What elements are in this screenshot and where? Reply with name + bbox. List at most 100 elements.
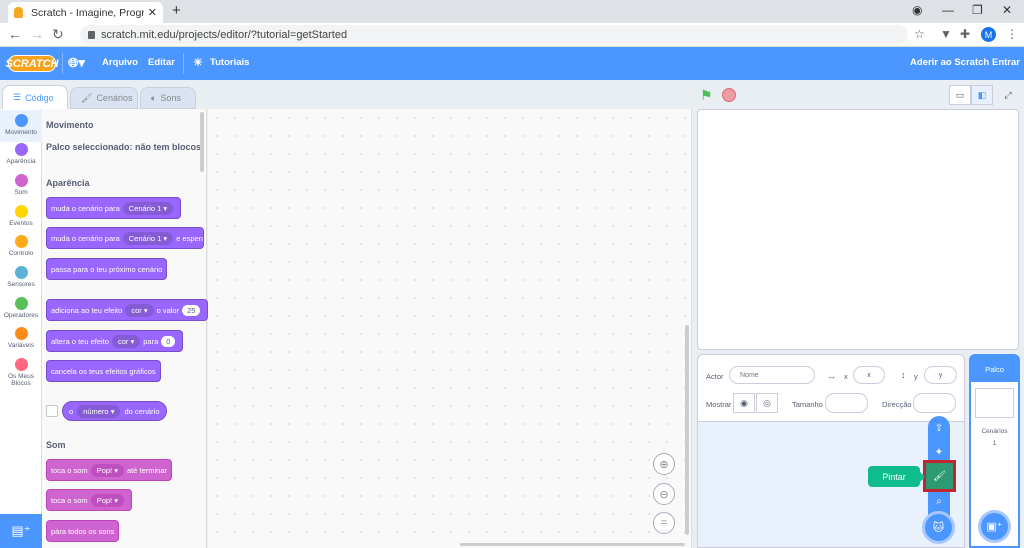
next-backdrop-block[interactable]: passa para o teu próximo cenário bbox=[46, 258, 168, 280]
effect-value-input[interactable]: 0 bbox=[161, 335, 176, 347]
url-text: scratch.mit.edu/projects/editor/?tutoria… bbox=[101, 28, 348, 41]
x-input[interactable]: x bbox=[853, 366, 885, 384]
category-sound[interactable]: Som bbox=[0, 174, 42, 196]
sound-dropdown[interactable]: Pop! ▾ bbox=[90, 463, 124, 477]
fullscreen-button[interactable]: ⤢ bbox=[997, 85, 1019, 105]
zoom-reset-button[interactable]: = bbox=[653, 512, 675, 534]
size-input[interactable] bbox=[825, 393, 868, 413]
stop-all-sounds-block[interactable]: pára todos os sons bbox=[46, 520, 120, 542]
paint-tooltip: Pintar bbox=[868, 466, 925, 487]
url-field[interactable]: scratch.mit.edu/projects/editor/?tutoria… bbox=[80, 25, 908, 44]
sign-in-link[interactable]: Entrar bbox=[992, 57, 1020, 68]
maximize-icon[interactable]: ❐ bbox=[972, 3, 983, 17]
palette-scrollbar[interactable] bbox=[200, 112, 204, 172]
block-text: toca o som bbox=[51, 495, 88, 505]
workspace-vertical-scrollbar[interactable] bbox=[685, 325, 689, 535]
backdrop-number-reporter[interactable]: o número ▾ do cenário bbox=[62, 401, 167, 421]
sprite-name-input[interactable] bbox=[729, 366, 815, 384]
looks-section-title: Aparência bbox=[46, 178, 90, 188]
address-bar: ← → ↻ scratch.mit.edu/projects/editor/?t… bbox=[0, 23, 1024, 47]
zoom-out-button[interactable]: ⊖ bbox=[653, 483, 675, 505]
surprise-sprite-button[interactable]: ✦ bbox=[928, 442, 950, 462]
large-stage-icon: ◧ bbox=[977, 89, 987, 100]
close-tab-icon[interactable]: ✕ bbox=[148, 6, 157, 19]
browser-tab[interactable]: Scratch - Imagine, Program, Share ✕ bbox=[8, 2, 163, 23]
show-hidden-button[interactable]: ◎ bbox=[756, 393, 778, 413]
play-sound-until-done-block[interactable]: toca o som Pop! ▾ até terminar bbox=[46, 459, 173, 481]
fullscreen-icon: ⤢ bbox=[1004, 89, 1012, 100]
extension-filter-icon[interactable]: ▼ bbox=[940, 27, 952, 41]
choose-backdrop-button[interactable]: ▣⁺ bbox=[978, 510, 1011, 543]
back-icon[interactable]: ← bbox=[8, 26, 22, 42]
category-variables[interactable]: Variáveis bbox=[0, 327, 42, 349]
language-globe-icon[interactable]: 🌐︎▾ bbox=[68, 55, 85, 71]
close-window-icon[interactable]: ✕ bbox=[1002, 3, 1012, 17]
workspace-horizontal-scrollbar[interactable] bbox=[460, 543, 685, 546]
small-stage-button[interactable]: ▭ bbox=[949, 85, 971, 105]
show-visible-button[interactable]: ◉ bbox=[733, 393, 755, 413]
clear-effects-block[interactable]: cancela os teus efeitos gráficos bbox=[46, 360, 161, 382]
category-my-blocks-label: Os Meus Blocos bbox=[7, 373, 34, 387]
stop-button[interactable] bbox=[722, 88, 736, 102]
direction-input[interactable] bbox=[913, 393, 956, 413]
category-looks[interactable]: Aparência bbox=[0, 143, 42, 165]
new-tab-button[interactable]: + bbox=[172, 2, 181, 19]
browser-tabstrip: Scratch - Imagine, Program, Share ✕ + ◉ … bbox=[0, 0, 1024, 23]
block-text: adiciona ao teu efeito bbox=[51, 305, 123, 315]
add-extension-button[interactable]: ▤⁺ bbox=[0, 514, 42, 548]
cat-sprite-icon: 🐱︎ bbox=[932, 522, 945, 534]
sound-section-title: Som bbox=[46, 440, 66, 450]
category-operators[interactable]: Operadores bbox=[0, 297, 42, 319]
upload-sprite-button[interactable]: ⇪ bbox=[928, 418, 950, 438]
green-flag-icon[interactable]: ⚑ bbox=[700, 87, 713, 104]
backdrop-dropdown[interactable]: Cenário 1 ▾ bbox=[122, 231, 174, 245]
minimize-icon[interactable]: — bbox=[942, 3, 954, 17]
edit-menu[interactable]: Editar bbox=[148, 57, 175, 68]
effect-value-input[interactable]: 25 bbox=[182, 304, 201, 316]
category-sensing-label: Sensores bbox=[7, 281, 35, 288]
effect-dropdown[interactable]: cor ▾ bbox=[111, 334, 141, 348]
tutorials-menu[interactable]: Tutoriais bbox=[210, 57, 249, 68]
category-motion[interactable]: Movimento bbox=[0, 110, 42, 142]
zoom-in-button[interactable]: ⊕ bbox=[653, 453, 675, 475]
paint-sprite-button[interactable]: 🖌︎ bbox=[923, 460, 956, 492]
scratch-logo[interactable]: SCRATCH bbox=[6, 55, 58, 72]
number-name-dropdown[interactable]: número ▾ bbox=[77, 404, 121, 418]
backdrop-dropdown[interactable]: Cenário 1 ▾ bbox=[122, 201, 174, 215]
category-control[interactable]: Controlo bbox=[0, 235, 42, 257]
bookmark-star-icon[interactable]: ☆ bbox=[914, 27, 925, 41]
reload-icon[interactable]: ↻ bbox=[52, 26, 64, 43]
change-effect-block[interactable]: adiciona ao teu efeito cor ▾ o valor 25 bbox=[46, 299, 209, 321]
stage-canvas[interactable] bbox=[697, 109, 1019, 350]
tutorials-lightbulb-icon: ☀ bbox=[193, 57, 203, 69]
reporter-checkbox[interactable] bbox=[46, 405, 58, 417]
block-palette bbox=[42, 109, 207, 548]
code-workspace[interactable] bbox=[208, 109, 692, 548]
choose-sprite-search-button[interactable]: ⌕ bbox=[928, 491, 950, 511]
forward-icon[interactable]: → bbox=[30, 26, 44, 42]
profile-menu-icon[interactable]: ◉ bbox=[912, 3, 922, 17]
x-label: x bbox=[844, 372, 848, 381]
choose-sprite-button[interactable]: 🐱︎ bbox=[922, 511, 955, 544]
reporter-text: do cenário bbox=[124, 406, 160, 416]
effect-dropdown[interactable]: cor ▾ bbox=[125, 303, 154, 317]
category-sensing[interactable]: Sensores bbox=[0, 266, 42, 288]
start-sound-block[interactable]: toca o som Pop! ▾ bbox=[46, 489, 132, 511]
block-text: e espera bbox=[176, 233, 204, 243]
profile-avatar[interactable]: M bbox=[981, 27, 996, 42]
switch-backdrop-block[interactable]: muda o cenário para Cenário 1 ▾ bbox=[46, 197, 182, 219]
category-events[interactable]: Eventos bbox=[0, 205, 42, 227]
category-my-blocks[interactable]: Os Meus Blocos bbox=[0, 358, 42, 387]
browser-menu-icon[interactable]: ⋮ bbox=[1006, 27, 1018, 41]
tab-costumes[interactable]: 🖌︎ Cenários bbox=[70, 87, 138, 109]
set-effect-block[interactable]: altera o teu efeito cor ▾ para 0 bbox=[46, 330, 184, 352]
extensions-puzzle-icon[interactable]: ✚ bbox=[960, 27, 970, 41]
join-scratch-link[interactable]: Aderir ao Scratch bbox=[910, 57, 989, 68]
switch-backdrop-and-wait-block[interactable]: muda o cenário para Cenário 1 ▾ e espera bbox=[46, 227, 204, 249]
large-stage-button[interactable]: ◧ bbox=[971, 85, 993, 105]
tab-sounds[interactable]: 🔈︎ Sons bbox=[140, 87, 196, 109]
file-menu[interactable]: Arquivo bbox=[102, 57, 138, 68]
y-input[interactable]: y bbox=[924, 366, 957, 384]
sound-dropdown[interactable]: Pop! ▾ bbox=[90, 493, 124, 507]
tab-code[interactable]: ☰ Código bbox=[2, 85, 68, 109]
